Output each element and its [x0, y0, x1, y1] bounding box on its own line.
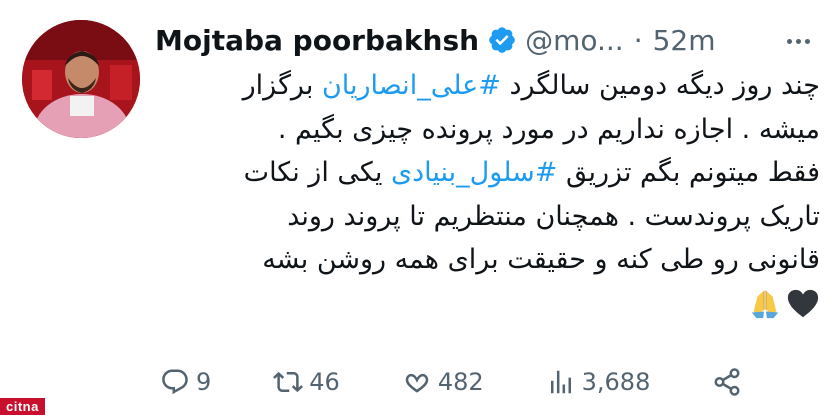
avatar[interactable] — [22, 20, 140, 138]
text-segment: تاریک پروندست . همچنان منتظریم تا پروند … — [287, 200, 820, 232]
tweet-line: فقط میتونم بگم تزریق #سلول_بنیادی یکی از… — [150, 151, 820, 195]
tweet-timestamp[interactable]: 52m — [653, 24, 716, 57]
tweet-line: چند روز دیگه دومین سالگرد #علی_انصاریان … — [150, 64, 820, 108]
tweet-line: تاریک پروندست . همچنان منتظریم تا پروند … — [150, 195, 820, 239]
reply-count: 9 — [196, 368, 212, 396]
author-handle[interactable]: @mo... — [525, 24, 624, 57]
reply-button[interactable]: 9 — [160, 367, 211, 397]
text-segment: فقط میتونم بگم تزریق — [557, 157, 820, 188]
like-button[interactable]: 482 — [402, 367, 484, 397]
hashtag-link[interactable]: #علی_انصاریان — [322, 70, 501, 101]
share-icon — [714, 368, 740, 396]
author-name[interactable]: Mojtaba poorbakhsh — [155, 24, 479, 57]
share-button[interactable] — [712, 367, 742, 397]
more-options-icon[interactable] — [781, 26, 815, 56]
separator-dot: · — [633, 23, 643, 57]
watermark-logo: citna — [0, 398, 45, 415]
retweet-button[interactable]: 46 — [273, 367, 340, 397]
text-segment: یکی از نکات — [243, 157, 391, 188]
tweet-line — [150, 282, 820, 326]
tweet-header: Mojtaba poorbakhsh @mo... · 52m — [155, 18, 815, 62]
heart-icon — [405, 373, 429, 393]
black-heart-emoji — [787, 289, 819, 318]
views-button[interactable]: 3,688 — [546, 367, 651, 397]
hashtag-link[interactable]: #سلول_بنیادی — [391, 157, 557, 188]
retweet-count: 46 — [309, 368, 340, 396]
tweet-actions: 9 46 482 3,688 — [160, 362, 740, 402]
text-segment: میشه . اجازه نداریم در مورد پرونده چیزی … — [277, 113, 820, 145]
tweet-line: قانونی رو طی کنه و حقیقت برای همه روشن ب… — [150, 238, 820, 282]
text-segment: قانونی رو طی کنه و حقیقت برای همه روشن ب… — [262, 244, 820, 275]
view-count: 3,688 — [581, 368, 651, 396]
text-segment: چند روز دیگه دومین سالگرد — [500, 70, 820, 101]
text-segment: برگزار — [242, 70, 322, 101]
emoji-group — [748, 287, 820, 321]
retweet-icon — [273, 371, 304, 393]
avatar-image — [22, 20, 140, 138]
tweet-text: چند روز دیگه دومین سالگرد #علی_انصاریان … — [150, 64, 820, 325]
like-count: 482 — [437, 368, 484, 396]
verified-badge-icon — [487, 25, 517, 55]
reply-icon — [162, 369, 188, 395]
praying-hands-emoji — [751, 290, 779, 319]
tweet-line: میشه . اجازه نداریم در مورد پرونده چیزی … — [150, 108, 820, 152]
views-chart-icon — [550, 370, 571, 394]
